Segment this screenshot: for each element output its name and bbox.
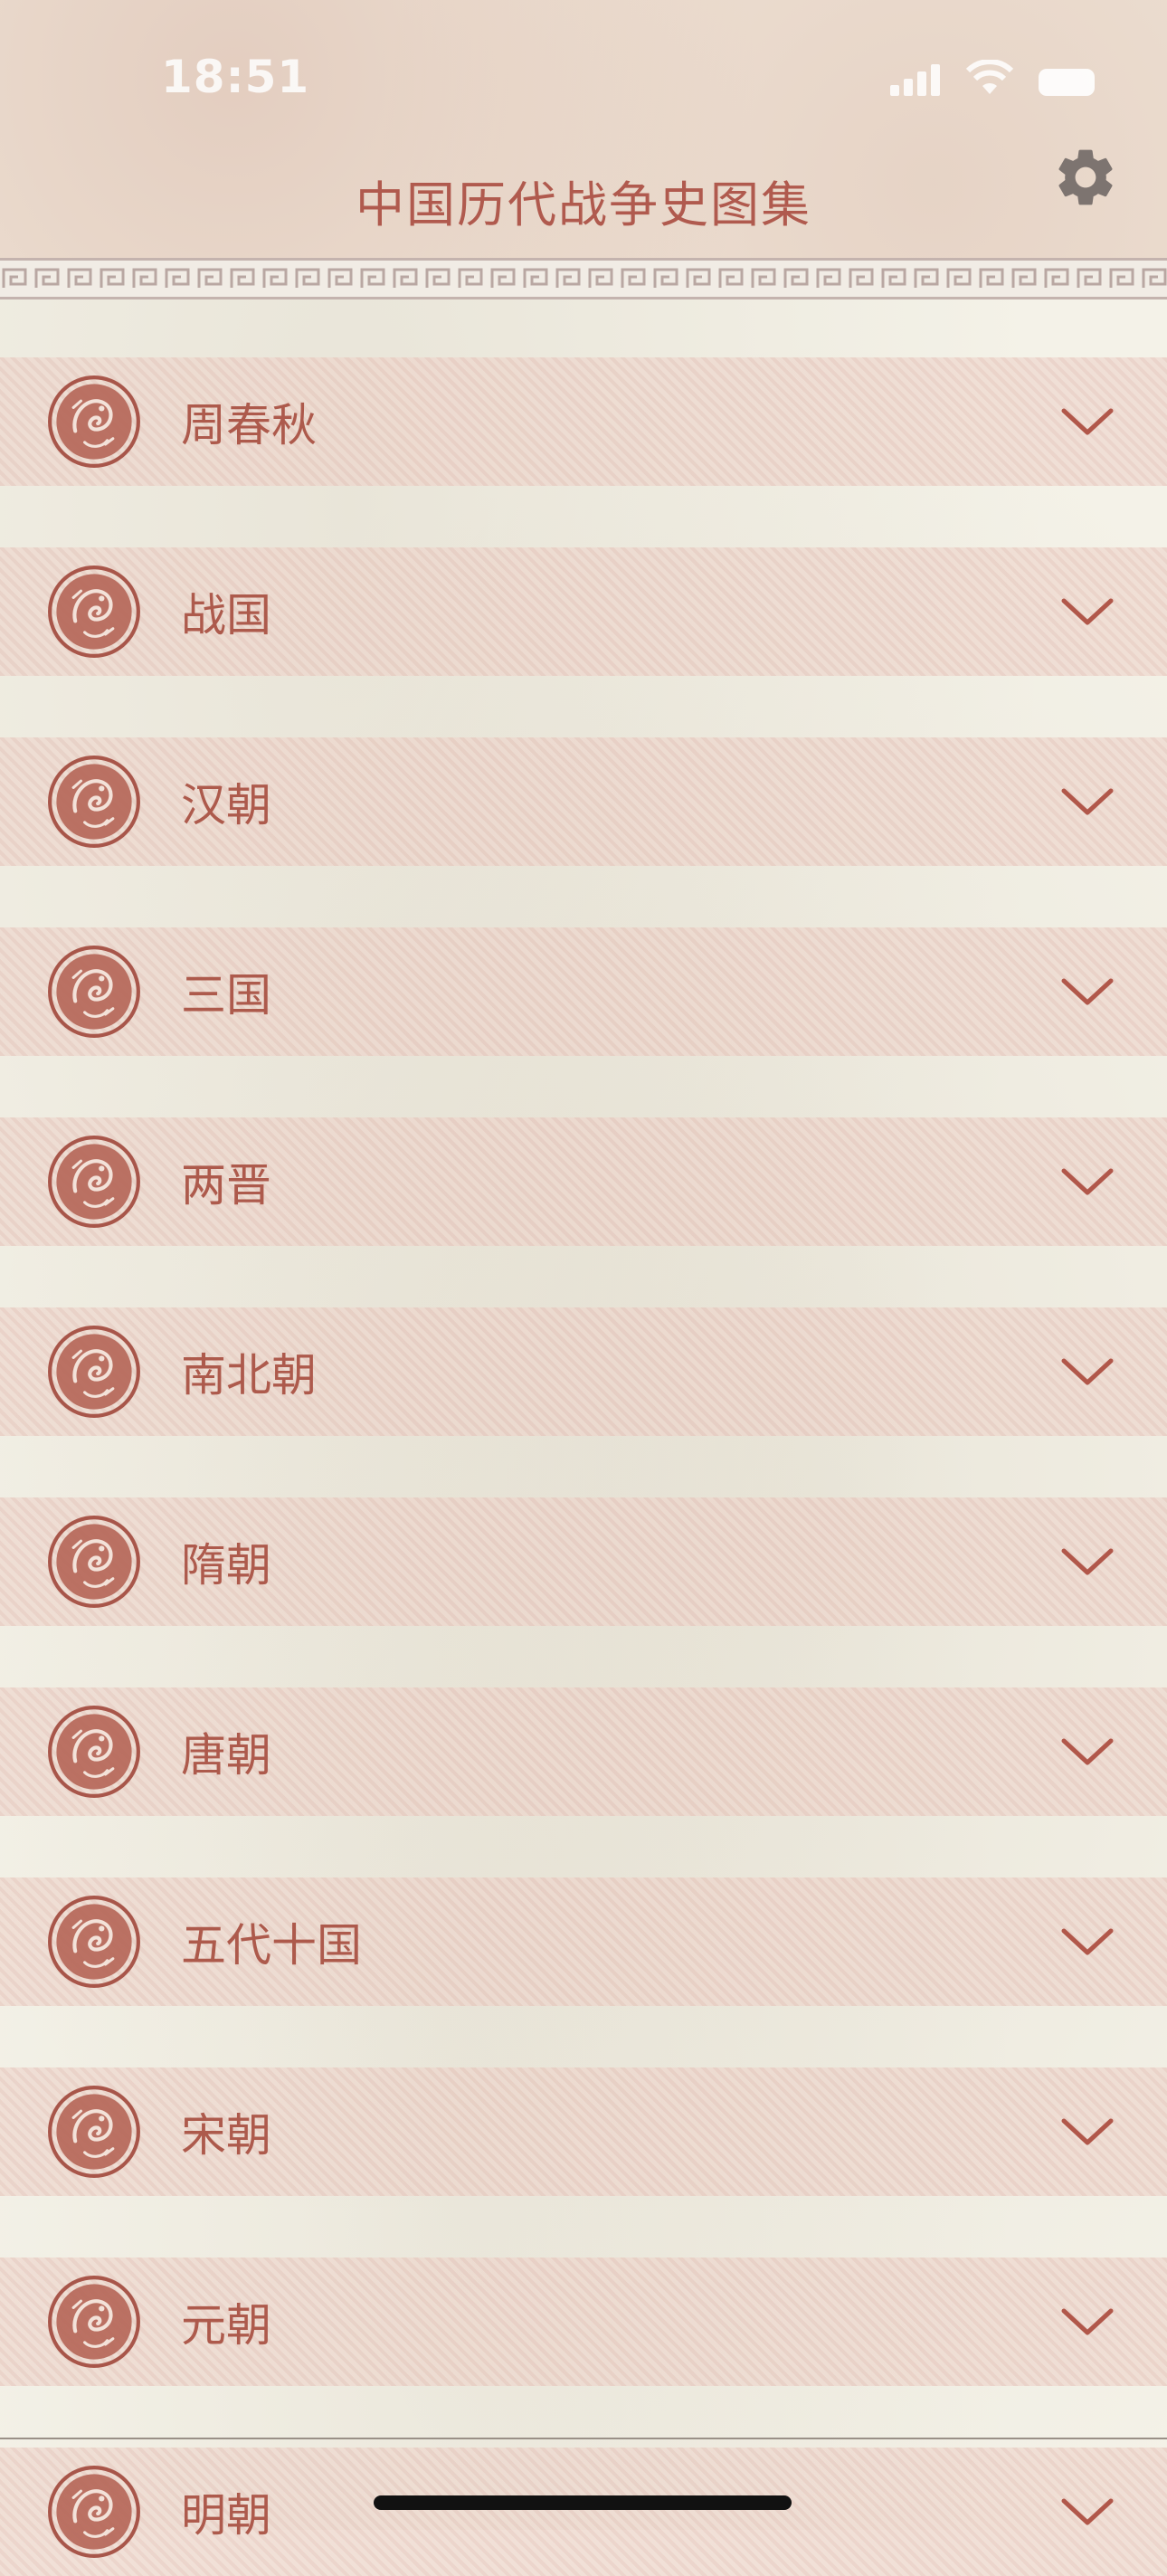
dragon-emblem-icon: [48, 375, 140, 468]
status-bar: 18:51: [0, 0, 1167, 154]
dynasty-label: 战国: [181, 589, 271, 642]
dragon-emblem-icon: [48, 1896, 140, 1988]
dragon-emblem-icon: [48, 756, 140, 848]
dynasty-row[interactable]: 五代十国: [0, 1877, 1167, 2006]
decorative-fret-border: [0, 258, 1167, 299]
dragon-emblem-icon: [48, 2466, 140, 2558]
chevron-down-icon: [1061, 2308, 1114, 2335]
home-indicator[interactable]: [374, 2495, 792, 2510]
dynasty-row[interactable]: 明朝: [0, 2448, 1167, 2576]
dragon-emblem-icon: [48, 2086, 140, 2178]
chevron-down-icon: [1061, 2118, 1114, 2145]
dragon-emblem-icon: [48, 1136, 140, 1228]
dynasty-row[interactable]: 汉朝: [0, 737, 1167, 866]
dragon-emblem-icon: [48, 946, 140, 1038]
dynasty-row[interactable]: 南北朝: [0, 1307, 1167, 1436]
dragon-emblem-icon: [48, 566, 140, 658]
dragon-emblem-icon: [48, 1706, 140, 1798]
chevron-down-icon: [1061, 1168, 1114, 1195]
chevron-down-icon: [1061, 1358, 1114, 1385]
dynasty-row[interactable]: 两晋: [0, 1117, 1167, 1246]
dynasty-row[interactable]: 隋朝: [0, 1497, 1167, 1626]
status-time: 18:51: [161, 51, 310, 103]
dynasty-label: 周春秋: [181, 399, 317, 452]
bottom-divider: [0, 2438, 1167, 2439]
dragon-emblem-icon: [48, 2276, 140, 2368]
chevron-down-icon: [1061, 408, 1114, 435]
dynasty-row[interactable]: 宋朝: [0, 2067, 1167, 2196]
dynasty-row[interactable]: 元朝: [0, 2258, 1167, 2386]
dynasty-label: 两晋: [181, 1159, 271, 1212]
dynasty-label: 南北朝: [181, 1349, 317, 1402]
status-icons: [890, 60, 1095, 96]
dynasty-label: 明朝: [181, 2489, 271, 2542]
battery-icon: [1039, 69, 1095, 96]
dynasty-label: 隋朝: [181, 1539, 271, 1592]
dynasty-label: 汉朝: [181, 779, 271, 832]
gear-icon[interactable]: [1051, 143, 1120, 212]
dragon-emblem-icon: [48, 1326, 140, 1418]
header: 18:51 中国历代战争史图集: [0, 0, 1167, 262]
dynasty-label: 三国: [181, 969, 271, 1022]
dynasty-label: 唐朝: [181, 1729, 271, 1782]
chevron-down-icon: [1061, 1928, 1114, 1955]
dynasty-row[interactable]: 周春秋: [0, 357, 1167, 486]
dynasty-row[interactable]: 三国: [0, 927, 1167, 1056]
chevron-down-icon: [1061, 788, 1114, 815]
chevron-down-icon: [1061, 978, 1114, 1005]
dragon-emblem-icon: [48, 1516, 140, 1608]
dynasty-label: 元朝: [181, 2299, 271, 2352]
cellular-signal-icon: [890, 63, 941, 96]
chevron-down-icon: [1061, 1548, 1114, 1575]
chevron-down-icon: [1061, 1738, 1114, 1765]
wifi-icon: [965, 60, 1014, 94]
dynasty-row[interactable]: 战国: [0, 547, 1167, 676]
page-title: 中国历代战争史图集: [356, 176, 811, 233]
dynasty-label: 五代十国: [181, 1919, 362, 1972]
dynasty-label: 宋朝: [181, 2109, 271, 2162]
chevron-down-icon: [1061, 598, 1114, 625]
dynasty-row[interactable]: 唐朝: [0, 1687, 1167, 1816]
chevron-down-icon: [1061, 2498, 1114, 2525]
